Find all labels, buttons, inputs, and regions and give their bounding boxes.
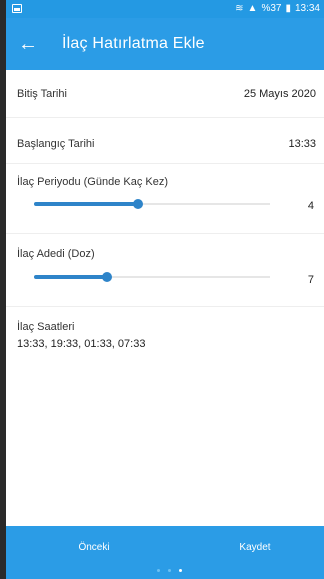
period-slider-thumb[interactable] [132, 199, 143, 209]
page-indicator-dot [179, 569, 182, 572]
clock: 13:34 [294, 3, 320, 14]
dose-value: 7 [307, 274, 314, 286]
end-date-row[interactable]: Bitiş Tarihi 25 Mayıs 2020 [6, 70, 324, 118]
times-section: İlaç Saatleri 13:33, 19:33, 01:33, 07:33 [6, 307, 324, 367]
page-indicator-dot [157, 569, 160, 572]
period-label: İlaç Periyodu (Günde Kaç Kez) [17, 176, 169, 188]
gallery-icon [12, 4, 22, 13]
dose-label: İlaç Adedi (Doz) [17, 248, 95, 260]
battery-icon: ▮ [285, 3, 291, 14]
status-right: ≋ ▲ %37 ▮ 13:34 [235, 0, 320, 18]
bottom-bar: Önceki Kaydet [6, 526, 324, 579]
page-indicator-dot [168, 569, 171, 572]
back-button[interactable]: ← [16, 32, 40, 56]
wifi-icon: ≋ [235, 3, 244, 14]
times-label: İlaç Saatleri [17, 321, 75, 333]
form-content: Bitiş Tarihi 25 Mayıs 2020 Başlangıç Tar… [6, 70, 324, 526]
page-indicator [157, 569, 182, 572]
start-time-row[interactable]: Başlangıç Tarihi 13:33 [6, 118, 324, 164]
end-date-label: Bitiş Tarihi [17, 88, 67, 100]
signal-icon: ▲ [247, 3, 258, 14]
dose-slider[interactable] [34, 272, 270, 282]
dose-slider-thumb[interactable] [102, 272, 113, 282]
dose-slider-fill [34, 275, 108, 279]
start-time-label: Başlangıç Tarihi [17, 138, 95, 150]
period-row: İlaç Periyodu (Günde Kaç Kez) 4 [6, 164, 324, 234]
save-button[interactable]: Kaydet [225, 538, 285, 558]
times-value: 13:33, 19:33, 01:33, 07:33 [17, 338, 146, 350]
previous-button[interactable]: Önceki [64, 538, 124, 558]
battery-percent: %37 [261, 3, 282, 14]
status-bar: ≋ ▲ %37 ▮ 13:34 [6, 0, 324, 18]
arrow-left-icon: ← [18, 33, 38, 55]
period-slider-fill [34, 202, 138, 206]
app-bar: ← İlaç Hatırlatma Ekle [6, 18, 324, 70]
start-time-value[interactable]: 13:33 [288, 138, 316, 150]
end-date-value[interactable]: 25 Mayıs 2020 [244, 88, 316, 100]
period-slider[interactable] [34, 199, 270, 209]
period-value: 4 [307, 200, 314, 212]
page-title: İlaç Hatırlatma Ekle [62, 35, 205, 52]
dose-row: İlaç Adedi (Doz) 7 [6, 234, 324, 307]
